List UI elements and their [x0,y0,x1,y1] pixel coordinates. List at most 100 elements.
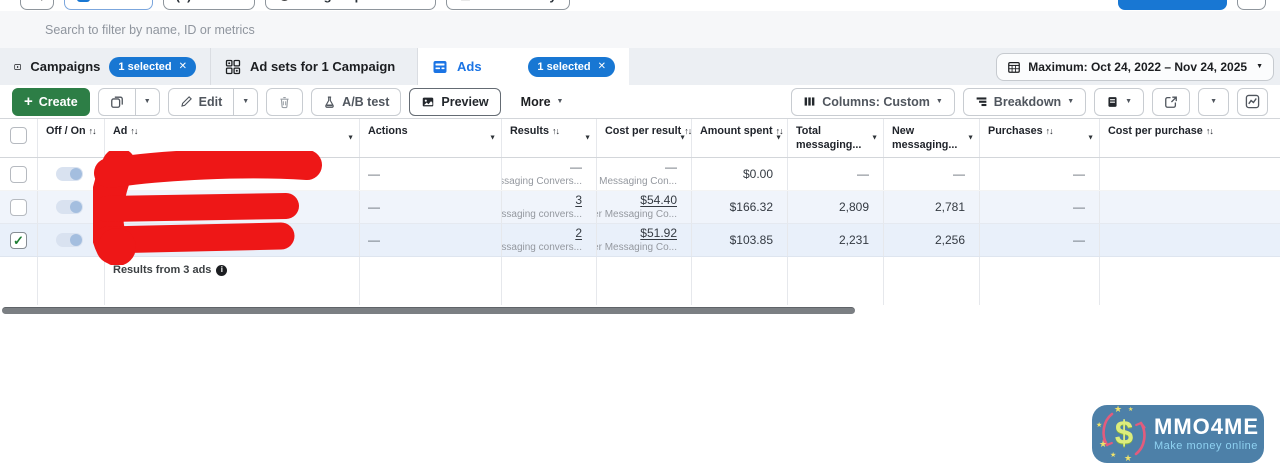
badge-label: 1 selected [537,60,591,73]
filter-actions[interactable]: (1) Actions [162,0,256,10]
breakdown-icon [976,97,987,107]
chevron-down-icon: ▼ [679,134,686,142]
horizontal-scrollbar[interactable] [2,307,855,314]
header-purchases[interactable]: Purchases ↑↓ ▼ [980,119,1100,157]
header-total-messaging[interactable]: Total messaging... ▼ [788,119,884,157]
ads-manager-screen: All ads (1) Actions Budget optimization … [0,0,1280,468]
filter-label: (1) Actions [176,0,243,3]
tab-ads[interactable]: Ads 1 selected ✕ [418,48,629,85]
summary-cell: Results from 3 ads i [105,257,360,283]
search-input[interactable] [0,11,1280,48]
header-amount-spent[interactable]: Amount spent ↑↓ ▼ [692,119,788,157]
edit-button[interactable]: Edit [167,87,235,116]
table-header-row: ✓ Off / On↑↓ Ad↑↓ ▼ Actions ▼ Results↑↓ … [0,118,1280,158]
filter-had-delivery[interactable]: Had delivery [446,0,570,10]
plus-icon: + [24,93,33,110]
ab-test-label: A/B test [342,94,390,109]
charts-button[interactable] [1237,87,1268,116]
toggle-knob [70,168,82,180]
chevron-down-icon: ▼ [967,134,974,142]
new-messaging-cell: 2,781 [884,191,980,223]
close-icon[interactable]: ✕ [598,61,606,72]
filter-budget-optimization[interactable]: Budget optimization [265,0,437,10]
cost-per-result-link[interactable]: $51.92 [640,227,677,240]
trash-icon [280,96,289,108]
off-on-toggle[interactable] [56,167,83,181]
breakdown-button[interactable]: Breakdown ▼ [962,87,1087,116]
info-icon[interactable]: i [216,264,228,276]
delete-button[interactable] [266,87,304,116]
top-bar-more-button[interactable]: + [1237,0,1266,10]
row-checkbox[interactable]: ✓ [10,165,27,183]
header-results[interactable]: Results ↑↓ ▼ [502,119,597,157]
row-checkbox[interactable]: ✓ [10,231,27,249]
select-all-cell: ✓ [0,119,38,157]
create-view-button[interactable]: Create a view [1118,0,1228,10]
flask-icon [325,96,334,108]
chevron-down-icon: ▼ [775,134,782,142]
duplicate-button[interactable] [97,87,136,116]
ab-test-button[interactable]: A/B test [311,87,402,116]
row-select-cell: ✓ [0,158,38,190]
export-icon [1165,96,1177,108]
duplicate-dropdown-button[interactable]: ▼ [135,87,160,116]
tab-adsets[interactable]: Ad sets for 1 Campaign [211,48,418,85]
date-range-button[interactable]: Maximum: Oct 24, 2022 – Nov 24, 2025 ▼ [996,52,1274,81]
results-cell: — Messaging Convers... [502,158,597,190]
off-on-toggle[interactable] [56,233,83,247]
edit-dropdown-button[interactable]: ▼ [234,87,259,116]
filter-label: Budget optimization [298,0,423,3]
results-link[interactable]: 3 [575,194,582,207]
more-button[interactable]: More ▼ [508,87,576,116]
campaigns-selected-badge[interactable]: 1 selected ✕ [109,56,196,77]
calendar-icon [1008,61,1021,73]
ad-name-cell[interactable] [105,158,360,190]
star-icon: ★ [1096,422,1103,429]
chevron-down-icon: ▼ [871,134,878,142]
summary-row: Results from 3 ads i [0,257,1280,283]
cost-per-result-link[interactable]: $54.40 [640,194,677,207]
total-messaging-cell: 2,231 [788,224,884,256]
chevron-down-icon: ▼ [584,134,591,142]
ad-name-cell[interactable] [105,224,360,256]
check-icon: ✓ [13,232,24,248]
cost-per-result-cell: — Per Messaging Con... [597,158,692,190]
delivery-icon [459,0,472,2]
select-all-checkbox[interactable]: ✓ [10,127,27,144]
tab-campaigns-label: Campaigns [30,59,101,74]
chevron-down-icon: ▼ [347,134,354,142]
header-actions[interactable]: Actions ▼ [360,119,502,157]
filter-all-ads[interactable]: All ads [64,0,153,10]
columns-button[interactable]: Columns: Custom ▼ [791,87,955,116]
off-on-toggle[interactable] [56,200,83,214]
header-cost-per-result[interactable]: Cost per result ↑↓ ▼ [597,119,692,157]
results-link[interactable]: 2 [575,227,582,240]
total-messaging-cell: 2,809 [788,191,884,223]
export-button[interactable] [1152,87,1191,116]
search-icon [41,0,43,1]
header-off-on[interactable]: Off / On ↑↓ [38,119,105,157]
ad-name-cell[interactable] [105,191,360,223]
filter-more-view[interactable]: + 1 more view [579,0,692,10]
tab-ads-label: Ads [457,59,482,74]
top-filter-bar: All ads (1) Actions Budget optimization … [0,0,1280,11]
row-checkbox[interactable]: ✓ [10,198,27,216]
create-label: Create [38,94,78,109]
search-button[interactable] [20,0,54,10]
header-cost-per-purchase[interactable]: Cost per purchase ↑↓ [1100,119,1280,157]
export-dropdown-button[interactable]: ▼ [1198,87,1229,116]
ads-selected-badge[interactable]: 1 selected ✕ [528,56,615,77]
chevron-down-icon: ▼ [143,98,151,105]
row-select-cell: ✓ [0,191,38,223]
tab-campaigns[interactable]: Campaigns 1 selected ✕ [0,48,211,85]
reports-button[interactable]: ▼ [1094,87,1145,116]
chevron-down-icon: ▼ [1067,98,1075,105]
create-button[interactable]: + Create [12,87,90,116]
header-ad[interactable]: Ad ↑↓ ▼ [105,119,360,157]
star-icon: ★ [1099,439,1108,449]
header-new-messaging[interactable]: New messaging... ▼ [884,119,980,157]
level-tabs: Campaigns 1 selected ✕ Ad sets for 1 Cam… [0,48,1280,85]
budget-optimization-icon [282,0,288,1]
preview-button[interactable]: Preview [409,87,501,116]
close-icon[interactable]: ✕ [179,61,187,72]
